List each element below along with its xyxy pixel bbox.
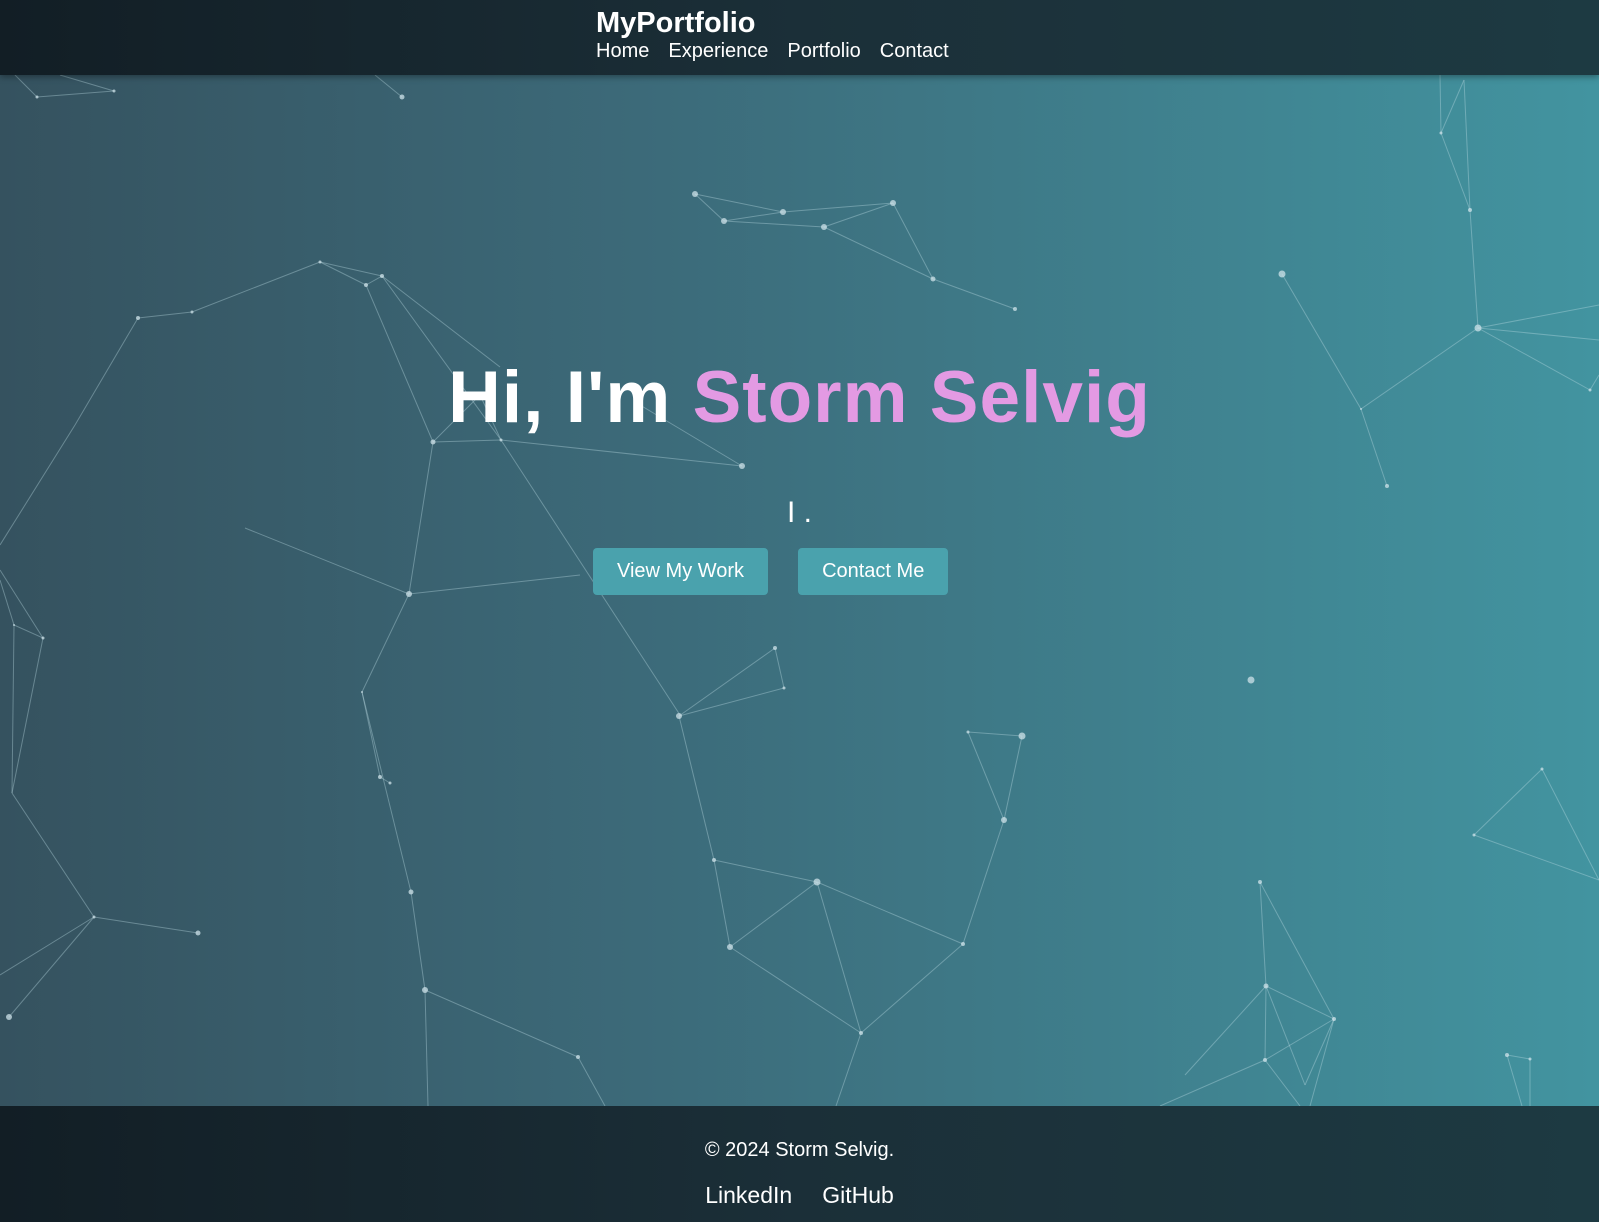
linkedin-link[interactable]: LinkedIn	[705, 1181, 792, 1209]
nav-link-portfolio[interactable]: Portfolio	[787, 38, 860, 64]
hero-name: Storm Selvig	[692, 357, 1151, 438]
typing-text: I .	[786, 496, 812, 529]
github-link[interactable]: GitHub	[822, 1181, 894, 1209]
hero-section: Hi, I'm Storm Selvig I . View My Work Co…	[0, 75, 1599, 1106]
nav-link-experience[interactable]: Experience	[668, 38, 768, 64]
site-footer: © 2024 Storm Selvig. LinkedIn GitHub	[0, 1106, 1599, 1222]
hero-buttons: View My Work Contact Me	[593, 548, 949, 595]
contact-me-button[interactable]: Contact Me	[798, 548, 949, 595]
view-my-work-button[interactable]: View My Work	[593, 548, 769, 595]
hero-title: Hi, I'm Storm Selvig	[0, 353, 1599, 443]
copyright-text: © 2024 Storm Selvig.	[704, 1139, 895, 1161]
social-links: LinkedIn GitHub	[0, 1181, 1599, 1209]
nav-link-contact[interactable]: Contact	[880, 38, 949, 64]
hero-greeting: Hi, I'm	[448, 357, 672, 438]
main-nav: Home Experience Portfolio Contact	[596, 38, 949, 64]
site-header: MyPortfolio Home Experience Portfolio Co…	[0, 0, 1599, 75]
brand-logo[interactable]: MyPortfolio	[596, 5, 756, 41]
nav-link-home[interactable]: Home	[596, 38, 649, 64]
